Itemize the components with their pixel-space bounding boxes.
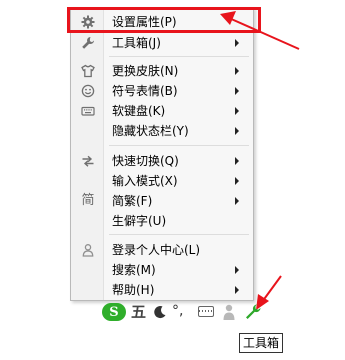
menu-item-help[interactable]: 帮助(H) bbox=[72, 280, 253, 300]
menu-item-input-mode[interactable]: 输入模式(X) bbox=[72, 171, 253, 191]
smiley-icon bbox=[80, 83, 96, 99]
submenu-arrow-icon bbox=[235, 127, 239, 135]
submenu-arrow-icon bbox=[235, 266, 239, 274]
menu-item-change-skin[interactable]: 更换皮肤(N) bbox=[72, 61, 253, 81]
menu-item-search[interactable]: 搜索(M) bbox=[72, 260, 253, 280]
menu-item-label: 符号表情(B) bbox=[112, 84, 178, 98]
submenu-arrow-icon bbox=[235, 177, 239, 185]
submenu-arrow-icon bbox=[235, 157, 239, 165]
sogou-logo-icon[interactable]: S bbox=[102, 303, 126, 321]
screen: 设置属性(P) 工具箱(J) 更换皮肤(N) 符号表情(B) 软键盘(K) 隐藏… bbox=[0, 0, 345, 360]
submenu-arrow-icon bbox=[235, 67, 239, 75]
keyboard-icon[interactable] bbox=[198, 306, 214, 317]
menu-item-simplified-traditional[interactable]: 简 简繁(F) bbox=[72, 191, 253, 211]
menu-item-label: 快速切换(Q) bbox=[112, 154, 179, 168]
menu-separator bbox=[109, 145, 249, 146]
submenu-arrow-icon bbox=[235, 39, 239, 47]
menu-item-hide-statusbar[interactable]: 隐藏状态栏(Y) bbox=[72, 121, 253, 141]
submenu-arrow-icon bbox=[235, 107, 239, 115]
submenu-arrow-icon bbox=[235, 197, 239, 205]
simplified-char-icon: 简 bbox=[81, 193, 95, 208]
menu-item-label: 输入模式(X) bbox=[112, 174, 178, 188]
menu-item-label: 登录个人中心(L) bbox=[112, 243, 201, 257]
menu-item-label: 更换皮肤(N) bbox=[112, 64, 179, 78]
wrench-icon bbox=[80, 35, 96, 51]
context-menu: 设置属性(P) 工具箱(J) 更换皮肤(N) 符号表情(B) 软键盘(K) 隐藏… bbox=[70, 7, 254, 301]
wrench-icon[interactable] bbox=[244, 303, 262, 321]
switch-arrows-icon bbox=[80, 153, 96, 169]
menu-item-symbols-emoji[interactable]: 符号表情(B) bbox=[72, 81, 253, 101]
menu-item-label: 帮助(H) bbox=[112, 283, 155, 297]
menu-item-toolbox[interactable]: 工具箱(J) bbox=[72, 33, 253, 53]
menu-item-label: 工具箱(J) bbox=[112, 36, 161, 50]
menu-item-login-center[interactable]: 登录个人中心(L) bbox=[72, 240, 253, 260]
menu-item-rare-chars[interactable]: 生僻字(U) bbox=[72, 211, 253, 231]
toolbox-tooltip: 工具箱 bbox=[239, 333, 284, 353]
input-mode-label[interactable]: 五 bbox=[131, 302, 146, 322]
moon-icon[interactable] bbox=[152, 304, 168, 320]
keyboard-icon bbox=[80, 103, 96, 119]
ime-statusbar: S 五 °, bbox=[98, 300, 266, 324]
menu-item-label: 软键盘(K) bbox=[112, 104, 166, 118]
user-icon[interactable] bbox=[223, 303, 235, 321]
menu-item-label: 生僻字(U) bbox=[112, 214, 167, 228]
menu-item-label: 搜索(M) bbox=[112, 263, 156, 277]
menu-item-soft-keyboard[interactable]: 软键盘(K) bbox=[72, 101, 253, 121]
menu-item-label: 简繁(F) bbox=[112, 194, 153, 208]
punctuation-icon[interactable]: °, bbox=[172, 301, 183, 321]
menu-item-quick-switch[interactable]: 快速切换(Q) bbox=[72, 151, 253, 171]
submenu-arrow-icon bbox=[235, 87, 239, 95]
menu-separator bbox=[109, 56, 249, 57]
menu-separator bbox=[109, 234, 249, 235]
menu-item-label: 隐藏状态栏(Y) bbox=[112, 124, 189, 138]
submenu-arrow-icon bbox=[235, 286, 239, 294]
highlight-box bbox=[67, 7, 261, 33]
shirt-icon bbox=[80, 63, 96, 79]
user-icon bbox=[80, 242, 96, 258]
